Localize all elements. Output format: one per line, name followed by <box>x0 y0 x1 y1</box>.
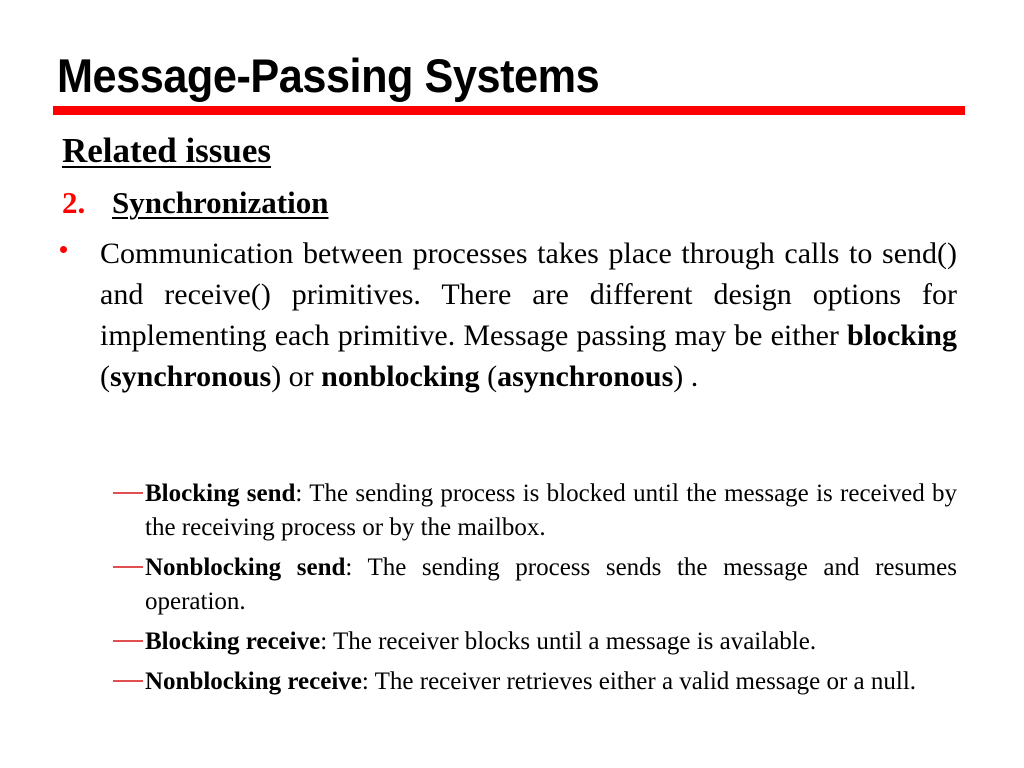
text-run: ) or <box>271 360 322 393</box>
sub-item-text: Blocking receive: The receiver blocks un… <box>145 625 957 659</box>
slide-title: Message-Passing Systems <box>57 49 600 102</box>
bold-term-nonblocking: nonblocking <box>321 360 480 393</box>
sub-item-desc: : The receiver retrieves either a valid … <box>361 668 917 695</box>
sub-item: Nonblocking receive: The receiver retrie… <box>113 665 957 699</box>
bold-term-synchronous: synchronous <box>110 360 272 393</box>
sub-item-term: Blocking send <box>145 480 296 507</box>
sub-item-text: Nonblocking send: The sending process se… <box>145 551 957 619</box>
text-run: Communication between processes takes pl… <box>100 237 957 352</box>
bullet-text: Communication between processes takes pl… <box>100 233 957 397</box>
dash-icon <box>113 680 143 682</box>
bold-term-blocking: blocking <box>846 319 957 352</box>
text-run: ) . <box>673 360 699 393</box>
item-label: Synchronization <box>112 185 329 220</box>
sub-item-list: Blocking send: The sending process is bl… <box>113 477 957 705</box>
numbered-item: 2. Synchronization <box>62 184 328 222</box>
bullet-item: Communication between processes takes pl… <box>60 233 957 397</box>
sub-item-term: Nonblocking receive <box>145 668 362 695</box>
sub-item: Blocking send: The sending process is bl… <box>113 477 957 545</box>
sub-item-term: Nonblocking send <box>145 554 346 581</box>
dash-icon <box>113 640 143 642</box>
item-number: 2. <box>62 185 86 220</box>
sub-item-desc: : The receiver blocks until a message is… <box>320 628 817 655</box>
dash-icon <box>113 492 143 494</box>
title-underline-rule <box>53 106 965 115</box>
sub-item: Nonblocking send: The sending process se… <box>113 551 957 619</box>
text-run: ( <box>100 360 110 393</box>
text-run: ( <box>479 360 498 393</box>
sub-item-text: Blocking send: The sending process is bl… <box>145 477 957 545</box>
sub-item-term: Blocking receive <box>145 628 321 655</box>
dash-icon <box>113 566 143 568</box>
sub-item-text: Nonblocking receive: The receiver retrie… <box>145 665 957 699</box>
subheading: Related issues <box>62 131 272 170</box>
sub-item: Blocking receive: The receiver blocks un… <box>113 625 957 659</box>
bold-term-asynchronous: asynchronous <box>497 360 674 393</box>
bullet-icon <box>60 246 67 253</box>
